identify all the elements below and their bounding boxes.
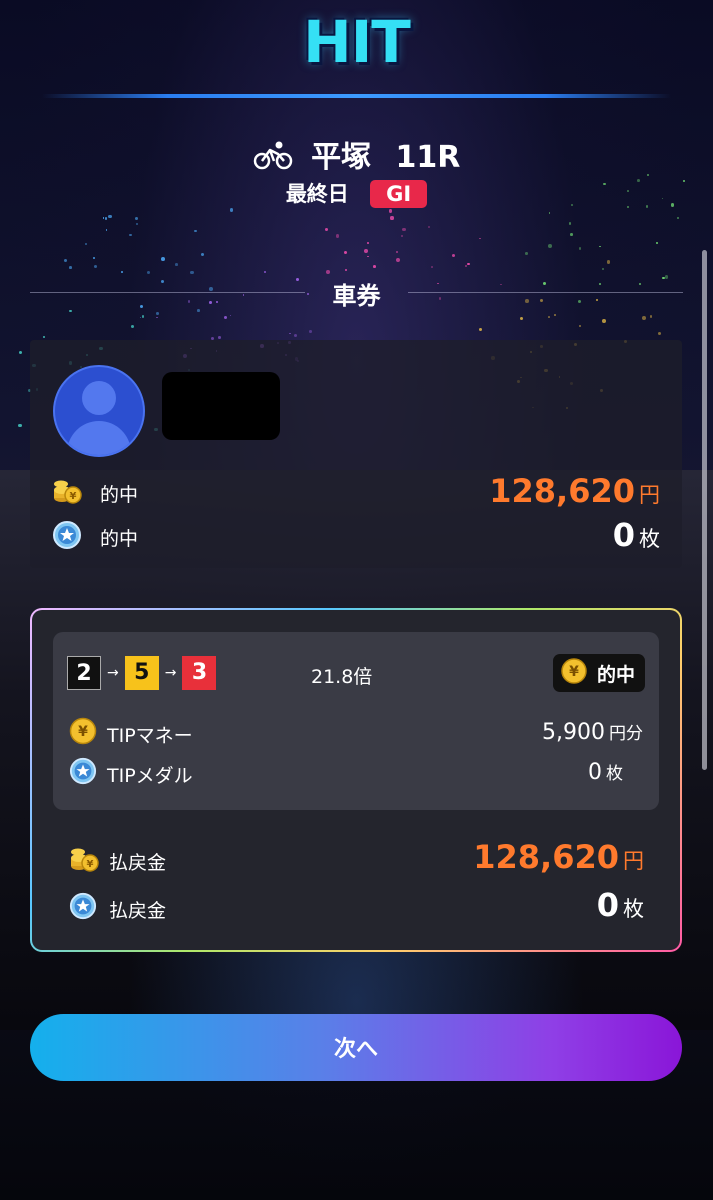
payout-medal-label: 払戻金 bbox=[109, 900, 167, 922]
yen-coin-icon: ¥ bbox=[69, 717, 97, 750]
arrow-icon: → bbox=[107, 665, 119, 681]
user-row-medal-label: 的中 bbox=[100, 528, 139, 550]
svg-text:¥: ¥ bbox=[87, 859, 94, 870]
section-divider-right bbox=[408, 292, 683, 293]
combo-number-3: 3 bbox=[182, 656, 217, 690]
arrow-icon: → bbox=[164, 665, 177, 681]
day-label: 最終日 bbox=[285, 182, 349, 206]
gold-coins-icon: ¥ bbox=[69, 844, 99, 878]
tip-medal-label: TIPメダル bbox=[107, 765, 193, 787]
combo-number-2: 5 bbox=[124, 656, 159, 690]
bicycle-icon bbox=[253, 140, 293, 178]
odds-value: 21.8倍 bbox=[311, 666, 373, 688]
tip-money-row: ¥ TIPマネー 5,900 円分 bbox=[69, 716, 643, 750]
grade-badge: GI bbox=[370, 180, 428, 208]
payout-medal-value: 0枚 bbox=[596, 886, 644, 924]
user-row-money: ¥ 的中 128,620 円 bbox=[52, 472, 660, 512]
bet-combination: 2 → 5 → 3 bbox=[67, 656, 217, 690]
section-header: 車券 bbox=[30, 276, 683, 310]
race-info: 平塚 11R bbox=[0, 132, 713, 178]
svg-text:¥: ¥ bbox=[569, 664, 579, 680]
user-row-money-value: 128,620 円 bbox=[489, 472, 660, 510]
section-title: 車券 bbox=[332, 282, 381, 310]
ticket-card: 2 → 5 → 3 21.8倍 ¥ 的中 ¥ TIPマネー 5,900 円分 T… bbox=[30, 608, 682, 952]
combo-number-1: 2 bbox=[67, 656, 101, 690]
hit-logo: HIT bbox=[303, 8, 411, 76]
venue-name: 平塚 bbox=[311, 140, 372, 175]
race-number: 11R bbox=[395, 140, 461, 175]
avatar bbox=[53, 365, 145, 457]
tip-money-label: TIPマネー bbox=[107, 725, 193, 747]
gold-coins-icon: ¥ bbox=[52, 476, 82, 510]
user-summary-card: ¥ 的中 128,620 円 的中 0枚 bbox=[30, 340, 682, 568]
user-row-money-label: 的中 bbox=[100, 484, 139, 506]
payout-money-label: 払戻金 bbox=[109, 852, 167, 874]
payout-money-row: ¥ 払戻金 128,620 円 bbox=[69, 838, 644, 882]
next-button[interactable]: 次へ bbox=[30, 1014, 682, 1081]
scrollbar[interactable] bbox=[702, 250, 707, 770]
tip-money-value: 5,900 円分 bbox=[542, 720, 643, 745]
redacted-username bbox=[162, 372, 280, 440]
yen-coin-icon: ¥ bbox=[561, 657, 587, 689]
user-row-medal: 的中 0枚 bbox=[52, 516, 660, 556]
star-medal-icon bbox=[69, 757, 97, 790]
hit-status-badge: ¥ 的中 bbox=[552, 654, 645, 692]
payout-money-value: 128,620 円 bbox=[473, 838, 644, 876]
tip-medal-row: TIPメダル 0枚 bbox=[69, 756, 643, 790]
user-row-medal-value: 0枚 bbox=[612, 516, 660, 554]
tip-medal-value: 0枚 bbox=[588, 760, 623, 785]
hit-status-label: 的中 bbox=[596, 663, 635, 686]
svg-text:¥: ¥ bbox=[78, 724, 88, 740]
race-day: 最終日 GI bbox=[0, 178, 713, 208]
payout-medal-row: 払戻金 0枚 bbox=[69, 886, 644, 930]
svg-text:¥: ¥ bbox=[70, 491, 77, 502]
title-underline bbox=[42, 94, 671, 98]
star-medal-icon bbox=[69, 892, 97, 924]
star-medal-icon bbox=[52, 520, 82, 554]
ticket-detail-panel: 2 → 5 → 3 21.8倍 ¥ 的中 ¥ TIPマネー 5,900 円分 T… bbox=[53, 632, 659, 810]
